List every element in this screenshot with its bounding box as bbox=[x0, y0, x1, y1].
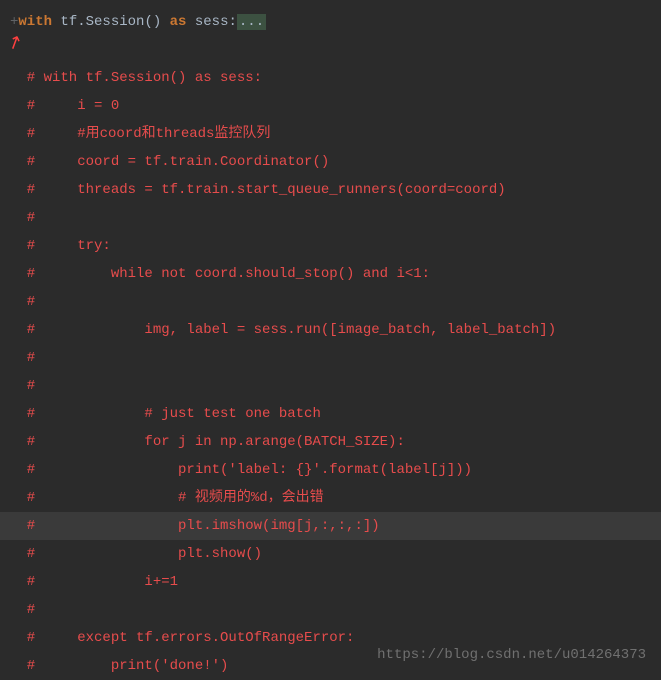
blank-line bbox=[0, 36, 661, 64]
comment-text: # except tf.errors.OutOfRangeError: bbox=[10, 630, 354, 646]
tf-session-text: tf.Session bbox=[52, 14, 144, 30]
comment-text: # bbox=[10, 350, 35, 366]
watermark-text: https://blog.csdn.net/u014264373 bbox=[377, 641, 646, 669]
comment-text: # plt.show() bbox=[10, 546, 262, 562]
comment-text: # print('label: {}'.format(label[j])) bbox=[10, 462, 472, 478]
comment-text: # for j in np.arange(BATCH_SIZE): bbox=[10, 434, 405, 450]
code-line: # for j in np.arange(BATCH_SIZE): bbox=[0, 428, 661, 456]
code-line: # plt.show() bbox=[0, 540, 661, 568]
comment-text: # coord = tf.train.Coordinator() bbox=[10, 154, 329, 170]
code-line: # bbox=[0, 344, 661, 372]
comment-text: # while not coord.should_stop() and i<1: bbox=[10, 266, 430, 282]
code-line-header: +with tf.Session() as sess:... bbox=[0, 8, 661, 36]
code-line: # # 视频用的%d，会出错 bbox=[0, 484, 661, 512]
comment-text: # i = 0 bbox=[10, 98, 119, 114]
code-line: # # just test one batch bbox=[0, 400, 661, 428]
code-line: # try: bbox=[0, 232, 661, 260]
comment-text: # #用coord和threads监控队列 bbox=[10, 126, 270, 142]
code-line: # threads = tf.train.start_queue_runners… bbox=[0, 176, 661, 204]
code-line: # i+=1 bbox=[0, 568, 661, 596]
comment-text: # img, label = sess.run([image_batch, la… bbox=[10, 322, 556, 338]
comment-text: # bbox=[10, 294, 35, 310]
code-line: # coord = tf.train.Coordinator() bbox=[0, 148, 661, 176]
comment-text: # threads = tf.train.start_queue_runners… bbox=[10, 182, 506, 198]
code-fold-indicator[interactable]: ... bbox=[237, 14, 266, 30]
comment-text: # i+=1 bbox=[10, 574, 178, 590]
code-line: # i = 0 bbox=[0, 92, 661, 120]
code-line: # while not coord.should_stop() and i<1: bbox=[0, 260, 661, 288]
comment-text: # bbox=[10, 210, 35, 226]
space bbox=[161, 14, 169, 30]
keyword-as: as bbox=[170, 14, 187, 30]
comment-text: # try: bbox=[10, 238, 111, 254]
keyword-with: with bbox=[18, 14, 52, 30]
code-line: # print('label: {}'.format(label[j])) bbox=[0, 456, 661, 484]
code-line: # img, label = sess.run([image_batch, la… bbox=[0, 316, 661, 344]
code-line: # with tf.Session() as sess: bbox=[0, 64, 661, 92]
sess-colon: sess: bbox=[186, 14, 236, 30]
code-line: # bbox=[0, 372, 661, 400]
comment-text: # # 视频用的%d，会出错 bbox=[10, 490, 324, 506]
code-line: # bbox=[0, 288, 661, 316]
parens: () bbox=[144, 14, 161, 30]
code-line: # bbox=[0, 596, 661, 624]
comment-text: # with tf.Session() as sess: bbox=[10, 70, 262, 86]
code-editor: +with tf.Session() as sess:... # with tf… bbox=[0, 0, 661, 680]
comment-text: # # just test one batch bbox=[10, 406, 321, 422]
comment-text: # bbox=[10, 602, 35, 618]
comment-text: # plt.imshow(img[j,:,:,:]) bbox=[10, 518, 380, 534]
comment-text: # bbox=[10, 378, 35, 394]
comment-text: # print('done!') bbox=[10, 658, 228, 674]
code-line: # bbox=[0, 204, 661, 232]
code-line: # plt.imshow(img[j,:,:,:]) bbox=[0, 512, 661, 540]
code-line: # #用coord和threads监控队列 bbox=[0, 120, 661, 148]
